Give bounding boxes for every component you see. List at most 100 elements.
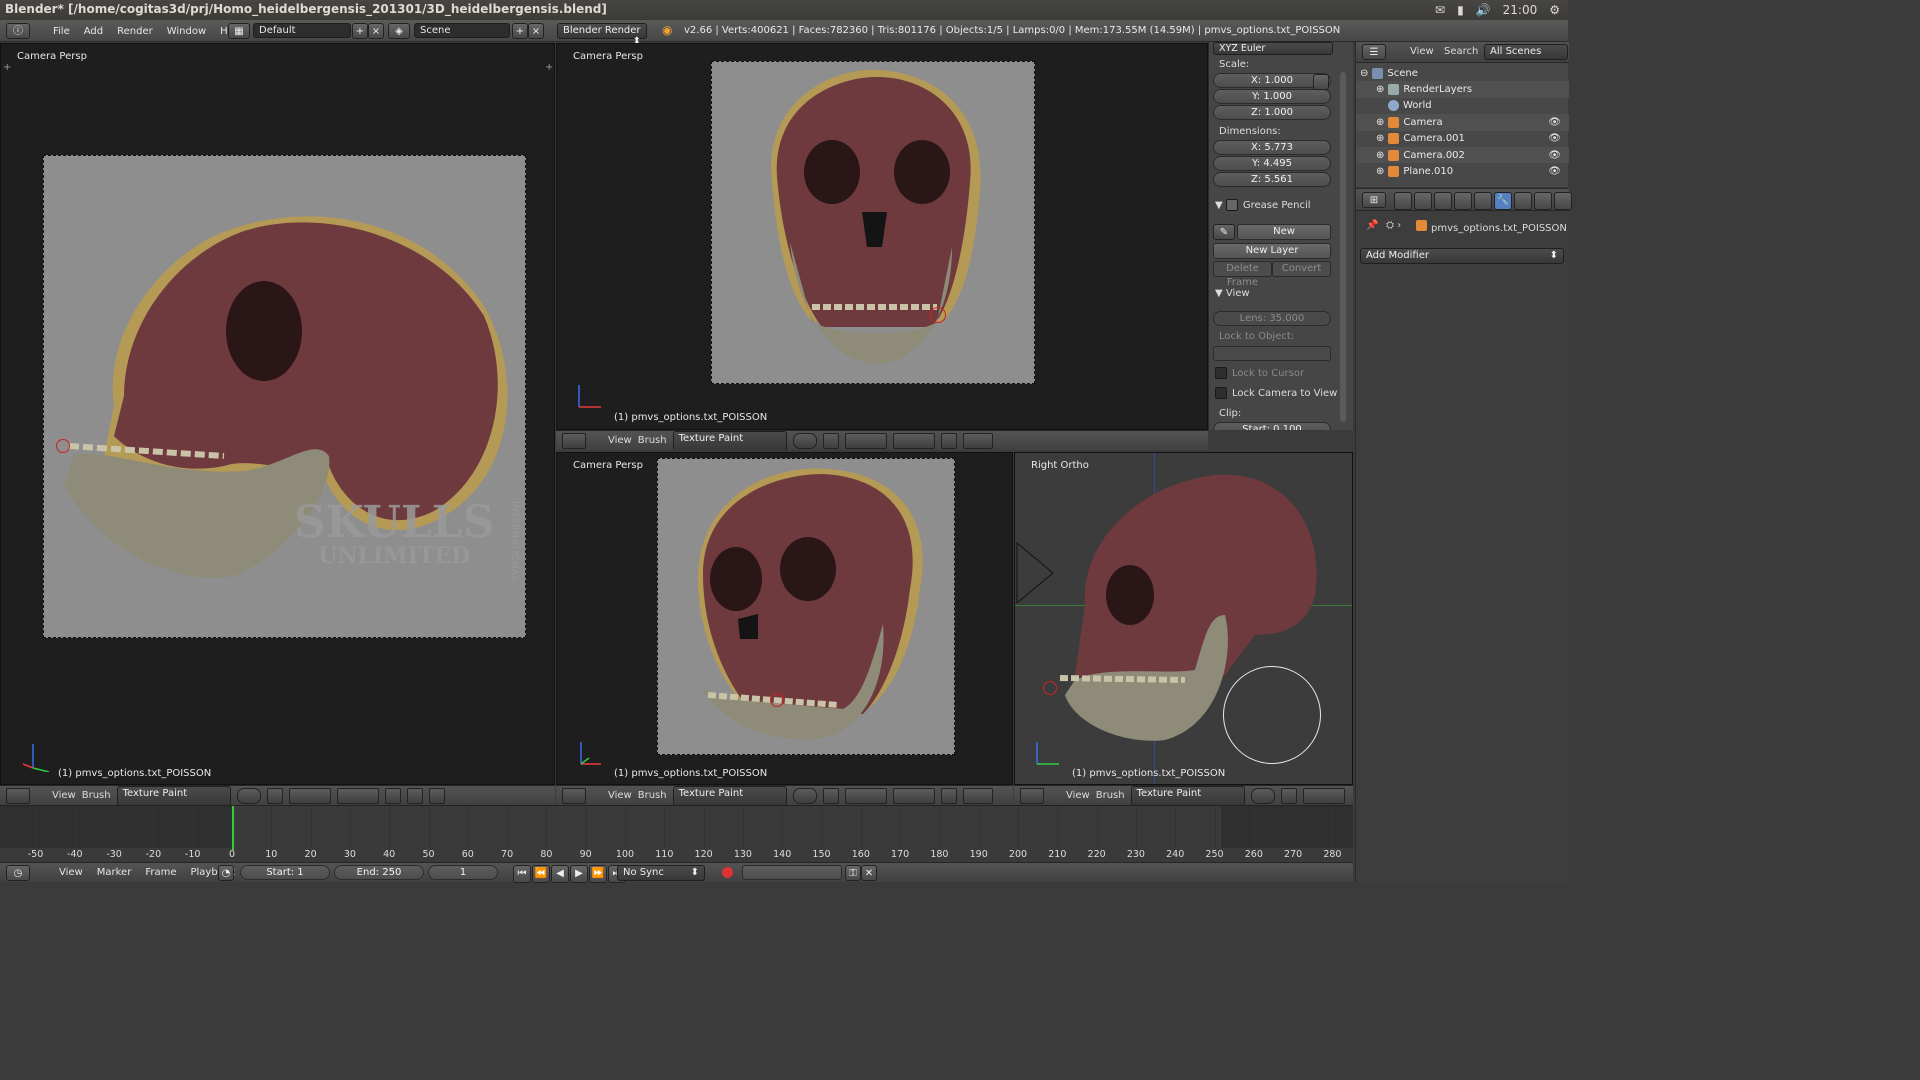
timeline-area[interactable]: -50 -40 -30 -20 -10 0 10 20 30 40 50 60 70 80 90 100 110…: [0, 805, 1353, 863]
layer-buttons[interactable]: [336, 787, 379, 804]
lock-icon[interactable]: [940, 432, 957, 449]
prev-keyframe-icon[interactable]: ⏪: [532, 865, 550, 883]
start-frame-field[interactable]: Start: 1: [240, 865, 330, 880]
current-frame-field[interactable]: 1: [428, 865, 498, 880]
end-frame-field[interactable]: End: 250: [334, 865, 424, 880]
delete-layout-icon[interactable]: ×: [368, 23, 384, 39]
texture-tab-icon[interactable]: [1554, 192, 1572, 210]
view-menu[interactable]: View: [52, 790, 76, 801]
mail-icon[interactable]: ✉: [1435, 3, 1445, 17]
render-tab-icon[interactable]: [1394, 192, 1412, 210]
menu-window[interactable]: Window: [160, 26, 213, 37]
lock-icon[interactable]: [940, 787, 957, 804]
brush-menu[interactable]: Brush: [1096, 790, 1125, 801]
rotation-mode-select[interactable]: XYZ Euler: [1213, 42, 1333, 55]
eye-icon[interactable]: 👁: [1548, 166, 1561, 177]
playhead[interactable]: [232, 806, 234, 850]
editor-type-icon[interactable]: [6, 787, 30, 804]
object-tab-icon[interactable]: [1454, 192, 1472, 210]
lens-field[interactable]: Lens: 35.000: [1213, 311, 1331, 326]
viewport-bottom-mid[interactable]: Camera Persp (1) pmvs_options.txt_POISSO…: [556, 452, 1013, 785]
menu-add[interactable]: Add: [77, 26, 110, 37]
render-engine-select[interactable]: Blender Render ⬍: [557, 23, 647, 47]
viewport-bottom-right[interactable]: Right Ortho (1) pmvs_options.txt_POISSON: [1014, 452, 1353, 785]
delete-keyframe-icon[interactable]: ✕: [861, 865, 877, 881]
next-keyframe-icon[interactable]: ⏩: [589, 865, 607, 883]
mask-toggle[interactable]: [822, 787, 839, 804]
eye-icon[interactable]: 👁: [1548, 150, 1561, 161]
preview-range-icon[interactable]: ◔: [218, 865, 234, 881]
shading-select[interactable]: [792, 432, 817, 449]
play-icon[interactable]: ▶: [570, 865, 588, 883]
jump-start-icon[interactable]: ⏮: [513, 865, 531, 883]
scale-z-field[interactable]: Z: 1.000: [1213, 105, 1331, 120]
3d-cursor-icon[interactable]: [930, 307, 946, 323]
layer-buttons[interactable]: [844, 432, 887, 449]
mode-select[interactable]: Texture Paint: [116, 786, 231, 805]
gp-new-button[interactable]: New: [1237, 224, 1331, 240]
scale-y-field[interactable]: Y: 1.000: [1213, 89, 1331, 104]
checkbox[interactable]: [1225, 199, 1238, 211]
screen-layout-field[interactable]: Default: [253, 23, 351, 38]
network-signal-icon[interactable]: ▮: [1457, 3, 1464, 17]
corner-widget-icon[interactable]: +: [3, 62, 11, 73]
tree-row-camera-002[interactable]: ⊕ Camera.002 👁: [1356, 146, 1569, 164]
keying-set-field[interactable]: [742, 865, 842, 880]
timeline-marker-menu[interactable]: Marker: [90, 867, 139, 878]
checkbox[interactable]: [1215, 367, 1227, 379]
scene-field[interactable]: Scene: [414, 23, 510, 38]
brush-menu[interactable]: Brush: [82, 790, 111, 801]
3d-cursor-icon[interactable]: [56, 439, 70, 453]
screen-layout-icon[interactable]: ▦: [228, 23, 250, 39]
editor-type-timeline-icon[interactable]: ◷: [6, 865, 30, 881]
tree-row-camera[interactable]: ⊕ Camera 👁: [1356, 114, 1569, 131]
clip-start-field[interactable]: Start: 0.100: [1213, 422, 1331, 430]
view-menu[interactable]: View: [1066, 790, 1090, 801]
eye-icon[interactable]: 👁: [1548, 133, 1561, 144]
menu-file[interactable]: File: [46, 26, 77, 37]
clock[interactable]: 21:00: [1503, 3, 1538, 17]
delete-scene-icon[interactable]: ×: [528, 23, 544, 39]
shading-select[interactable]: [1250, 787, 1275, 804]
add-layout-icon[interactable]: +: [352, 23, 368, 39]
shading-select[interactable]: [236, 787, 261, 804]
3d-cursor-icon[interactable]: [770, 693, 784, 707]
lock-camera-row[interactable]: Lock Camera to View: [1215, 387, 1337, 399]
mode-select[interactable]: Texture Paint: [672, 431, 787, 450]
dimension-z-field[interactable]: Z: 5.561: [1213, 172, 1331, 187]
outliner-view-menu[interactable]: View: [1410, 46, 1434, 57]
add-scene-icon[interactable]: +: [512, 23, 528, 39]
mask-toggle[interactable]: [266, 787, 283, 804]
lock-icon[interactable]: [1313, 74, 1329, 90]
pin-icon[interactable]: 📌: [1366, 220, 1378, 231]
render-preview-icon[interactable]: [962, 432, 993, 449]
mode-select[interactable]: Texture Paint: [1130, 786, 1245, 805]
world-tab-icon[interactable]: [1434, 192, 1452, 210]
mode-select[interactable]: Texture Paint: [672, 786, 787, 805]
play-reverse-icon[interactable]: ◀: [551, 865, 569, 883]
viewport-left[interactable]: Camera Persp + + SKULLS UNLIMITED INTERN…: [0, 43, 555, 785]
checkbox[interactable]: [1215, 387, 1227, 399]
editor-type-properties-icon[interactable]: ⊞: [1362, 192, 1386, 208]
add-modifier-select[interactable]: Add Modifier ⬍: [1360, 248, 1564, 264]
corner-widget-icon[interactable]: +: [545, 62, 553, 73]
timeline-view-menu[interactable]: View: [52, 867, 90, 878]
record-icon[interactable]: [722, 867, 733, 878]
tree-row-world[interactable]: World: [1356, 98, 1569, 114]
editor-type-outliner-icon[interactable]: ☰: [1362, 44, 1386, 60]
3d-cursor-icon[interactable]: [1043, 681, 1057, 695]
editor-type-info-icon[interactable]: ⓘ: [6, 23, 30, 39]
lock-object-field[interactable]: [1213, 346, 1331, 361]
editor-type-icon[interactable]: [1020, 787, 1044, 804]
gp-new-layer-button[interactable]: New Layer: [1213, 243, 1331, 259]
mask-toggle[interactable]: [822, 432, 839, 449]
material-tab-icon[interactable]: [1534, 192, 1552, 210]
shading-select[interactable]: [792, 787, 817, 804]
view-menu[interactable]: View: [608, 790, 632, 801]
tree-row-scene[interactable]: ⊖ Scene: [1356, 65, 1569, 81]
view-menu[interactable]: View: [608, 435, 632, 446]
editor-type-icon[interactable]: [562, 432, 586, 449]
display-mode-select[interactable]: All Scenes: [1484, 44, 1568, 60]
lock-icon[interactable]: [384, 787, 401, 804]
tree-row-renderlayers[interactable]: ⊕ RenderLayers: [1356, 81, 1569, 98]
